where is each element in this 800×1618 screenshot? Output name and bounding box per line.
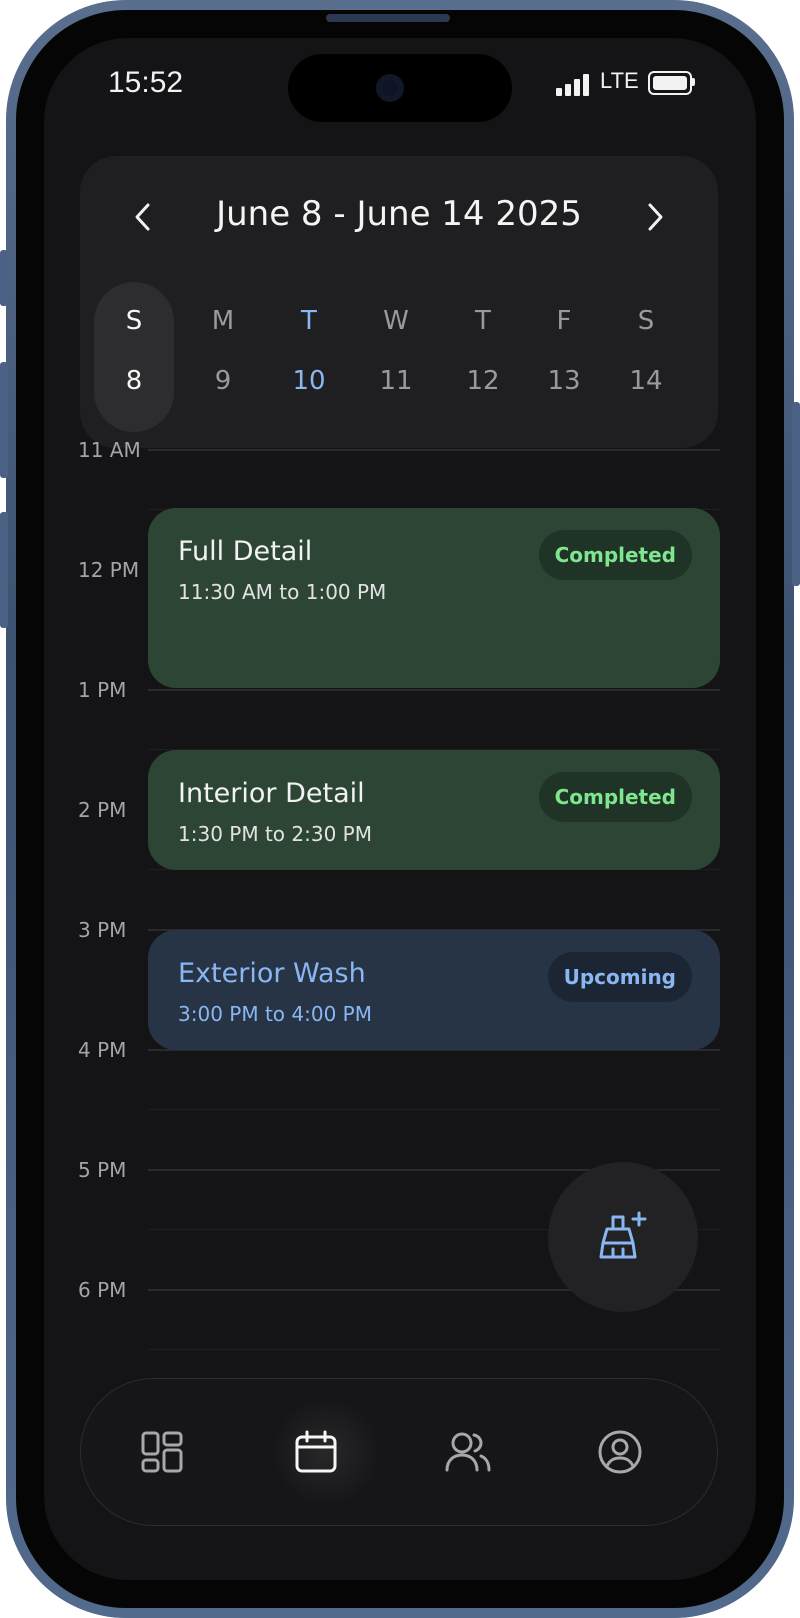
battery-tip xyxy=(692,78,695,86)
hour-label: 6 PM xyxy=(78,1278,127,1302)
signal-icon xyxy=(556,72,596,96)
day-friday-13[interactable]: F 13 xyxy=(524,282,604,432)
volume-up-button xyxy=(0,362,8,478)
day-number: 8 xyxy=(125,366,143,396)
hour-label: 4 PM xyxy=(78,1038,127,1062)
add-cleaning-job-button[interactable] xyxy=(548,1162,698,1312)
profile-icon xyxy=(598,1430,642,1474)
action-button xyxy=(0,250,8,306)
day-letter: S xyxy=(637,306,655,336)
hour-gridline xyxy=(148,689,720,691)
day-wednesday-11[interactable]: W 11 xyxy=(356,282,436,432)
half-hour-gridline xyxy=(148,1109,720,1110)
week-range-title: June 8 - June 14 2025 xyxy=(216,194,582,234)
calendar-icon xyxy=(295,1430,337,1473)
day-letter: S xyxy=(125,306,143,336)
users-icon xyxy=(445,1432,491,1472)
event-title: Interior Detail xyxy=(178,778,365,809)
day-thursday-12[interactable]: T 12 xyxy=(443,282,523,432)
week-selector: June 8 - June 14 2025 S 8 M 9 T 10 W 11 … xyxy=(80,156,718,448)
chevron-right-icon xyxy=(648,203,663,231)
event-card-exterior-wash[interactable]: Exterior Wash 3:00 PM to 4:00 PM Upcomin… xyxy=(148,930,720,1050)
dashboard-icon xyxy=(141,1431,183,1473)
day-number: 12 xyxy=(466,366,500,396)
event-time: 11:30 AM to 1:00 PM xyxy=(178,580,387,604)
power-button xyxy=(792,402,800,586)
event-title: Exterior Wash xyxy=(178,958,366,989)
event-time: 1:30 PM to 2:30 PM xyxy=(178,822,372,846)
app-screen: 15:52 LTE June 8 - June 14 2025 S 8 M 9 … xyxy=(44,38,756,1580)
day-number: 11 xyxy=(379,366,413,396)
front-camera xyxy=(376,74,404,102)
hour-label: 11 AM xyxy=(78,438,141,462)
hour-label: 5 PM xyxy=(78,1158,127,1182)
day-letter: T xyxy=(475,306,491,336)
earpiece-speaker xyxy=(326,14,450,22)
tab-customers[interactable] xyxy=(443,1427,493,1477)
tab-dashboard[interactable] xyxy=(137,1427,187,1477)
hour-label: 1 PM xyxy=(78,678,127,702)
hour-label: 3 PM xyxy=(78,918,127,942)
status-badge: Completed xyxy=(538,530,692,580)
day-saturday-14[interactable]: S 14 xyxy=(606,282,686,432)
battery-icon xyxy=(648,71,692,95)
tab-profile[interactable] xyxy=(595,1427,645,1477)
status-badge: Upcoming xyxy=(547,952,692,1002)
day-number: 10 xyxy=(292,366,326,396)
day-letter: W xyxy=(383,306,409,336)
day-tuesday-10[interactable]: T 10 xyxy=(269,282,349,432)
network-label: LTE xyxy=(600,68,639,93)
day-letter: T xyxy=(301,306,317,336)
volume-down-button xyxy=(0,512,8,628)
day-sunday-8[interactable]: S 8 xyxy=(94,282,174,432)
hour-label: 2 PM xyxy=(78,798,127,822)
event-title: Full Detail xyxy=(178,536,313,567)
day-number: 13 xyxy=(547,366,581,396)
day-number: 14 xyxy=(629,366,663,396)
day-monday-9[interactable]: M 9 xyxy=(183,282,263,432)
dynamic-island xyxy=(288,54,512,122)
next-week-button[interactable] xyxy=(630,192,680,242)
half-hour-gridline xyxy=(148,1349,720,1350)
broom-plus-icon xyxy=(599,1211,647,1259)
hour-gridline xyxy=(148,449,720,451)
event-card-interior-detail[interactable]: Interior Detail 1:30 PM to 2:30 PM Compl… xyxy=(148,750,720,870)
bottom-tab-bar xyxy=(80,1378,718,1526)
event-card-full-detail[interactable]: Full Detail 11:30 AM to 1:00 PM Complete… xyxy=(148,508,720,688)
status-badge: Completed xyxy=(538,772,692,822)
day-letter: F xyxy=(556,306,572,336)
hour-label: 12 PM xyxy=(78,558,140,582)
day-letter: M xyxy=(211,306,235,336)
event-time: 3:00 PM to 4:00 PM xyxy=(178,1002,372,1026)
status-time: 15:52 xyxy=(108,66,184,99)
tab-calendar[interactable] xyxy=(291,1427,341,1477)
day-number: 9 xyxy=(214,366,232,396)
